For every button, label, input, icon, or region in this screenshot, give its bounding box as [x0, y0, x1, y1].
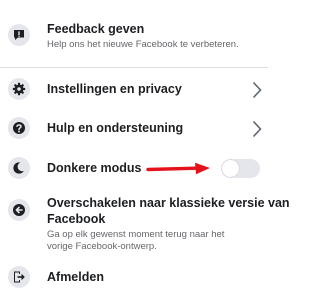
classic-subtitle-line2: vorige Facebook-ontwerp. — [47, 241, 157, 252]
divider — [0, 67, 268, 68]
question-icon — [8, 117, 30, 139]
dark-mode-toggle[interactable] — [221, 159, 260, 178]
settings-menu: Feedback geven Help ons het nieuwe Faceb… — [0, 0, 290, 300]
settings-item[interactable]: Instellingen en privacy — [0, 76, 268, 104]
feedback-icon — [8, 24, 30, 46]
classic-title-line1: Overschakelen naar klassieke versie van — [47, 196, 290, 210]
logout-icon — [8, 266, 30, 288]
dark-mode-title: Donkere modus — [47, 161, 142, 175]
logout-title: Afmelden — [47, 270, 104, 284]
gear-icon — [8, 78, 30, 100]
feedback-title: Feedback geven — [47, 22, 145, 36]
red-arrow-annotation — [146, 162, 210, 175]
toggle-knob — [222, 160, 239, 177]
dark-mode-item: Donkere modus — [0, 155, 268, 183]
settings-title: Instellingen en privacy — [47, 82, 182, 96]
classic-subtitle-line1: Ga op elk gewenst moment terug naar het — [47, 229, 225, 240]
classic-title-line2: Facebook — [47, 212, 106, 226]
chevron-right-icon — [252, 120, 262, 138]
feedback-item[interactable]: Feedback geven Help ons het nieuwe Faceb… — [0, 0, 268, 70]
help-item[interactable]: Hulp en ondersteuning — [0, 115, 268, 143]
moon-icon — [8, 157, 30, 179]
chevron-right-icon — [252, 81, 262, 99]
back-arrow-icon — [8, 199, 30, 221]
classic-version-item[interactable]: Overschakelen naar klassieke versie van … — [0, 190, 290, 260]
feedback-subtitle: Help ons het nieuwe Facebook te verbeter… — [47, 39, 239, 50]
help-title: Hulp en ondersteuning — [47, 121, 184, 135]
logout-item[interactable]: Afmelden — [0, 264, 268, 292]
